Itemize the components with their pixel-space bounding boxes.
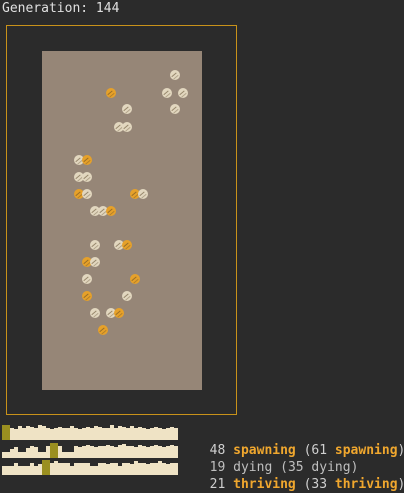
- live-cell: [82, 172, 92, 182]
- histogram-bar: [174, 446, 178, 458]
- live-cell: [122, 122, 132, 132]
- live-cell: [122, 291, 132, 301]
- live-cell: [82, 274, 92, 284]
- live-cell: [90, 257, 100, 267]
- stat-paren-count: 33: [311, 477, 328, 492]
- live-cell: [162, 88, 172, 98]
- newborn-cell: [130, 274, 140, 284]
- newborn-cell: [98, 325, 108, 335]
- newborn-cell: [106, 206, 116, 216]
- histogram-marker: [2, 425, 10, 440]
- newborn-cell: [106, 88, 116, 98]
- newborn-cell: [114, 308, 124, 318]
- stat-paren-close: ): [398, 443, 404, 458]
- stat-paren-close: ): [398, 477, 404, 492]
- histogram-spawning: [2, 425, 178, 440]
- histogram-bar: [174, 463, 178, 475]
- stat-paren-label: thriving: [334, 477, 398, 492]
- generation-label: Generation: 144: [2, 1, 120, 16]
- live-cell: [122, 104, 132, 114]
- histogram-marker: [42, 460, 50, 475]
- live-cell: [90, 308, 100, 318]
- histogram-bar: [174, 428, 178, 440]
- stat-label: thriving: [233, 477, 296, 492]
- histogram-dying: [2, 443, 178, 458]
- live-cell: [170, 104, 180, 114]
- newborn-cell: [122, 240, 132, 250]
- stat-count: 21: [209, 477, 226, 492]
- live-cell: [82, 189, 92, 199]
- life-board[interactable]: [42, 51, 202, 390]
- histogram-marker: [50, 443, 58, 458]
- live-cell: [178, 88, 188, 98]
- live-cell: [90, 240, 100, 250]
- newborn-cell: [82, 291, 92, 301]
- live-cell: [170, 70, 180, 80]
- histogram-thriving: [2, 460, 178, 475]
- live-cell: [138, 189, 148, 199]
- newborn-cell: [82, 155, 92, 165]
